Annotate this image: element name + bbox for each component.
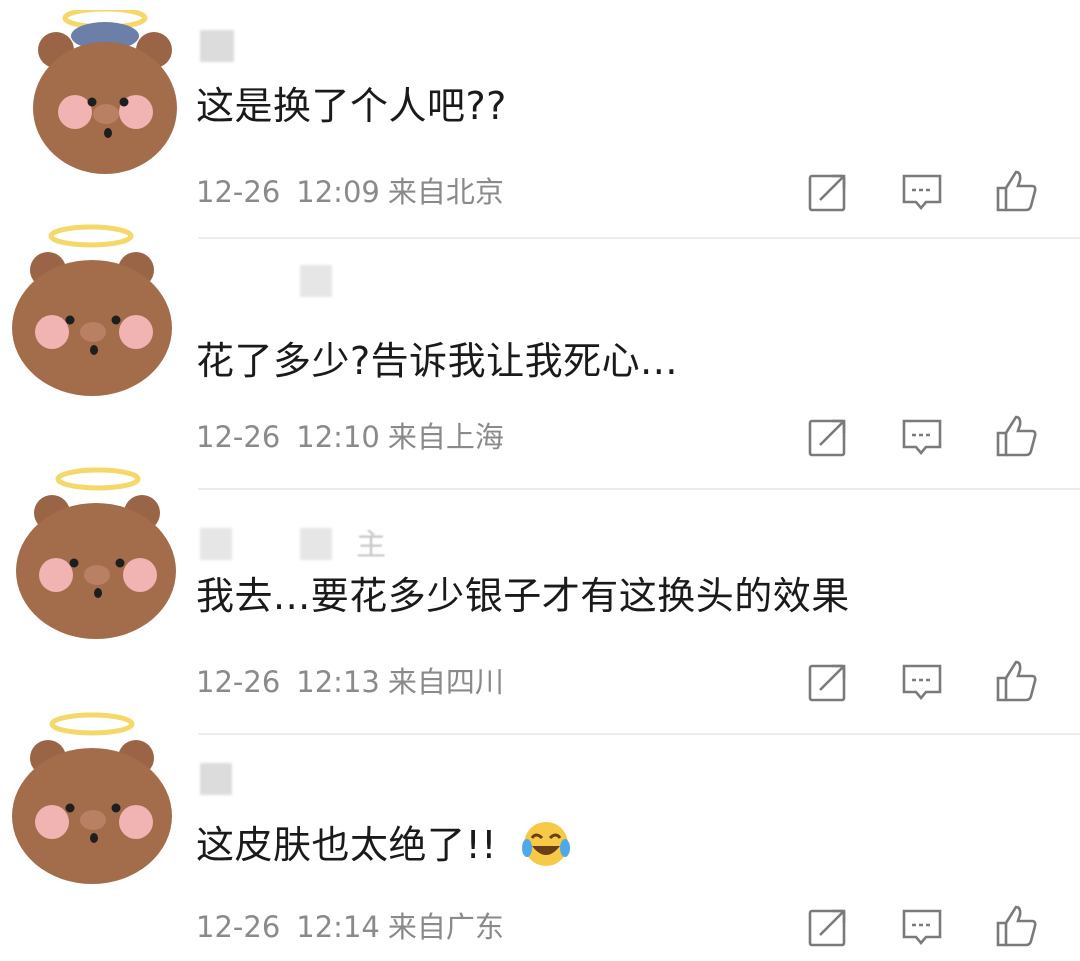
- like-button[interactable]: [994, 658, 1038, 702]
- reply-icon: [902, 174, 942, 211]
- comment-location: 来自四川: [387, 665, 504, 699]
- share-button[interactable]: [806, 905, 850, 949]
- thumbs-up-icon: [996, 170, 1037, 212]
- comment-item: 花了多少?告诉我让我死心... 12-26 12:10 来自上海: [0, 224, 1080, 490]
- reply-button[interactable]: [900, 170, 944, 214]
- share-icon: [808, 174, 846, 212]
- comment-meta: 12-26 12:14 来自广东: [196, 907, 504, 947]
- share-icon: [808, 419, 846, 457]
- username[interactable]: [300, 265, 332, 297]
- comment-date: 12-26: [196, 910, 281, 944]
- comment-meta: 12-26 12:09 来自北京: [196, 172, 504, 212]
- comment-date: 12-26: [196, 420, 281, 454]
- username[interactable]: [200, 763, 232, 795]
- username-fragment: 主: [356, 528, 386, 563]
- thumbs-up-icon: [996, 905, 1037, 947]
- share-button[interactable]: [806, 660, 850, 704]
- laughing-crying-emoji-icon: [521, 821, 570, 866]
- comment-meta: 12-26 12:13 来自四川: [196, 662, 504, 702]
- reply-button[interactable]: [900, 660, 944, 704]
- share-button[interactable]: [806, 170, 850, 214]
- username-segment: [300, 528, 332, 560]
- share-icon: [808, 664, 846, 702]
- comment-location: 来自广东: [387, 910, 504, 944]
- comment-location: 来自上海: [387, 420, 504, 454]
- comment-text: 我去...要花多少银子才有这换头的效果: [196, 574, 850, 618]
- comment-time: 12:14: [296, 910, 380, 944]
- bear-avatar-icon: [16, 467, 176, 639]
- bear-avatar-icon: [12, 712, 172, 884]
- divider: [198, 237, 1080, 239]
- comment-time: 12:13: [296, 665, 380, 699]
- comment-item: 这是换了个人吧?? 12-26 12:09 来自北京: [0, 0, 1080, 245]
- comment-item: 这皮肤也太绝了!! 12-26 12:14 来自广东: [0, 712, 1080, 961]
- comment-text: 这是换了个人吧??: [196, 84, 507, 128]
- bear-avatar-icon: [33, 10, 177, 174]
- reply-icon: [902, 909, 942, 946]
- comment-date: 12-26: [196, 175, 281, 209]
- avatar[interactable]: [8, 220, 186, 400]
- like-button[interactable]: [994, 168, 1038, 212]
- comment-meta: 12-26 12:10 来自上海: [196, 417, 504, 457]
- share-icon: [808, 909, 846, 947]
- avatar[interactable]: [8, 465, 186, 645]
- like-button[interactable]: [994, 413, 1038, 457]
- reply-icon: [902, 419, 942, 456]
- reply-button[interactable]: [900, 415, 944, 459]
- comment-date: 12-26: [196, 665, 281, 699]
- username[interactable]: [200, 30, 234, 62]
- comment-text: 花了多少?告诉我让我死心...: [196, 339, 678, 383]
- comment-text: 这皮肤也太绝了!!: [196, 819, 572, 871]
- comment-location: 来自北京: [387, 175, 504, 209]
- avatar[interactable]: [20, 10, 190, 180]
- username[interactable]: [200, 528, 232, 560]
- comment-text-content: 这皮肤也太绝了!!: [196, 823, 497, 867]
- thumbs-up-icon: [996, 660, 1037, 702]
- comment-time: 12:09: [296, 175, 380, 209]
- comment-item: 主 我去...要花多少银子才有这换头的效果 12-26 12:13 来自四川: [0, 467, 1080, 735]
- share-button[interactable]: [806, 415, 850, 459]
- like-button[interactable]: [994, 903, 1038, 947]
- bear-avatar-icon: [12, 224, 172, 396]
- reply-button[interactable]: [900, 905, 944, 949]
- thumbs-up-icon: [996, 415, 1037, 457]
- comment-time: 12:10: [296, 420, 380, 454]
- reply-icon: [902, 664, 942, 701]
- avatar[interactable]: [8, 710, 186, 890]
